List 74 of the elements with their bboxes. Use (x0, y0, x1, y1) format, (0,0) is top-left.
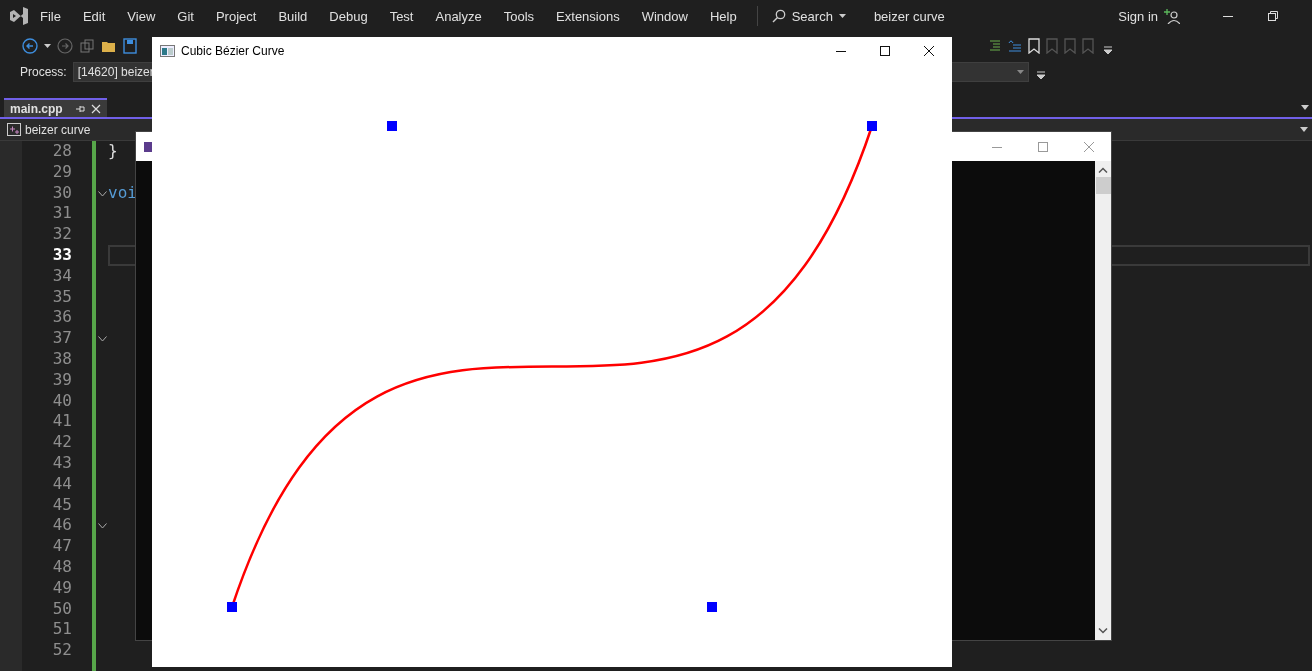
search-icon (771, 9, 786, 23)
menu-item[interactable]: Tools (503, 8, 535, 24)
close-icon[interactable] (923, 45, 935, 57)
window-title: Cubic Bézier Curve (181, 44, 285, 58)
caret-icon (1016, 70, 1024, 74)
project-icon (7, 123, 21, 136)
restore-icon[interactable] (1267, 10, 1279, 22)
maximize-icon[interactable] (879, 45, 891, 57)
back-icon[interactable] (22, 38, 38, 54)
save-icon[interactable] (123, 38, 137, 54)
overflow-icon[interactable] (1036, 71, 1045, 79)
add-user-icon[interactable] (1164, 8, 1180, 24)
line-number: 52 (51, 640, 72, 661)
scroll-down-icon[interactable] (1098, 628, 1108, 634)
line-number: 48 (51, 556, 72, 578)
sign-in-button[interactable]: Sign in (1118, 8, 1158, 24)
menu-item[interactable]: Project (215, 8, 257, 24)
line-number: 41 (51, 411, 72, 433)
line-number: 47 (51, 536, 72, 557)
solution-name: beizer curve (873, 8, 945, 24)
menu-item[interactable]: View (127, 8, 156, 24)
editor-tab[interactable]: main.cpp (4, 98, 107, 117)
line-number: 40 (51, 390, 72, 412)
overflow-icon[interactable] (1104, 46, 1112, 54)
menu-item[interactable]: Analyze (435, 8, 482, 24)
line-number: 42 (51, 432, 72, 453)
menu-item[interactable]: Build (278, 8, 308, 24)
fold-icon[interactable] (98, 190, 107, 197)
fold-icon[interactable] (98, 523, 107, 530)
line-number: 33 (51, 245, 72, 266)
line-number: 29 (51, 161, 72, 183)
line-number: 36 (51, 307, 72, 329)
process-label: Process: (20, 65, 67, 79)
line-number: 30 (51, 182, 72, 204)
caret-icon[interactable] (44, 44, 51, 48)
line-number: 34 (51, 265, 72, 287)
line-number: 31 (51, 203, 72, 225)
line-number: 51 (51, 619, 72, 641)
line-number: 35 (51, 286, 72, 308)
scroll-up-icon[interactable] (1098, 167, 1108, 173)
menu-item[interactable]: Edit (82, 8, 106, 24)
indent-icon[interactable] (988, 39, 1002, 53)
window-icon (160, 45, 175, 57)
line-number: 32 (51, 224, 72, 245)
code-text: voi (108, 182, 137, 204)
caret-icon (1300, 127, 1308, 132)
dropdown-icon[interactable] (1301, 105, 1309, 110)
line-number: 50 (51, 598, 72, 620)
line-number: 45 (51, 494, 72, 516)
code-text: } (108, 141, 118, 162)
line-number: 49 (51, 577, 72, 599)
menu-item[interactable]: Test (389, 8, 414, 24)
line-number: 44 (51, 473, 72, 495)
line-number: 43 (51, 452, 72, 474)
menu-item[interactable]: Debug (329, 8, 368, 24)
app-logo-icon (9, 6, 29, 26)
menu-item[interactable]: Window (641, 8, 688, 24)
menu-item[interactable]: Help (709, 8, 737, 24)
search-button[interactable]: Search (765, 8, 852, 24)
new-item-icon[interactable] (79, 38, 95, 54)
pin-icon[interactable] (74, 103, 85, 114)
forward-icon[interactable] (57, 38, 73, 54)
line-number: 46 (51, 515, 72, 537)
menu-item[interactable]: File (40, 8, 61, 24)
menu-item[interactable]: Git (177, 8, 194, 24)
fold-icon[interactable] (98, 336, 107, 343)
caret-icon (838, 14, 846, 18)
line-number: 28 (51, 141, 72, 162)
scrollbar[interactable] (1095, 161, 1111, 640)
line-number: 38 (51, 348, 72, 370)
menu-item[interactable]: Extensions (556, 8, 620, 24)
line-number: 39 (51, 369, 72, 391)
scroll-thumb[interactable] (1095, 177, 1111, 194)
line-number: 37 (51, 328, 72, 349)
